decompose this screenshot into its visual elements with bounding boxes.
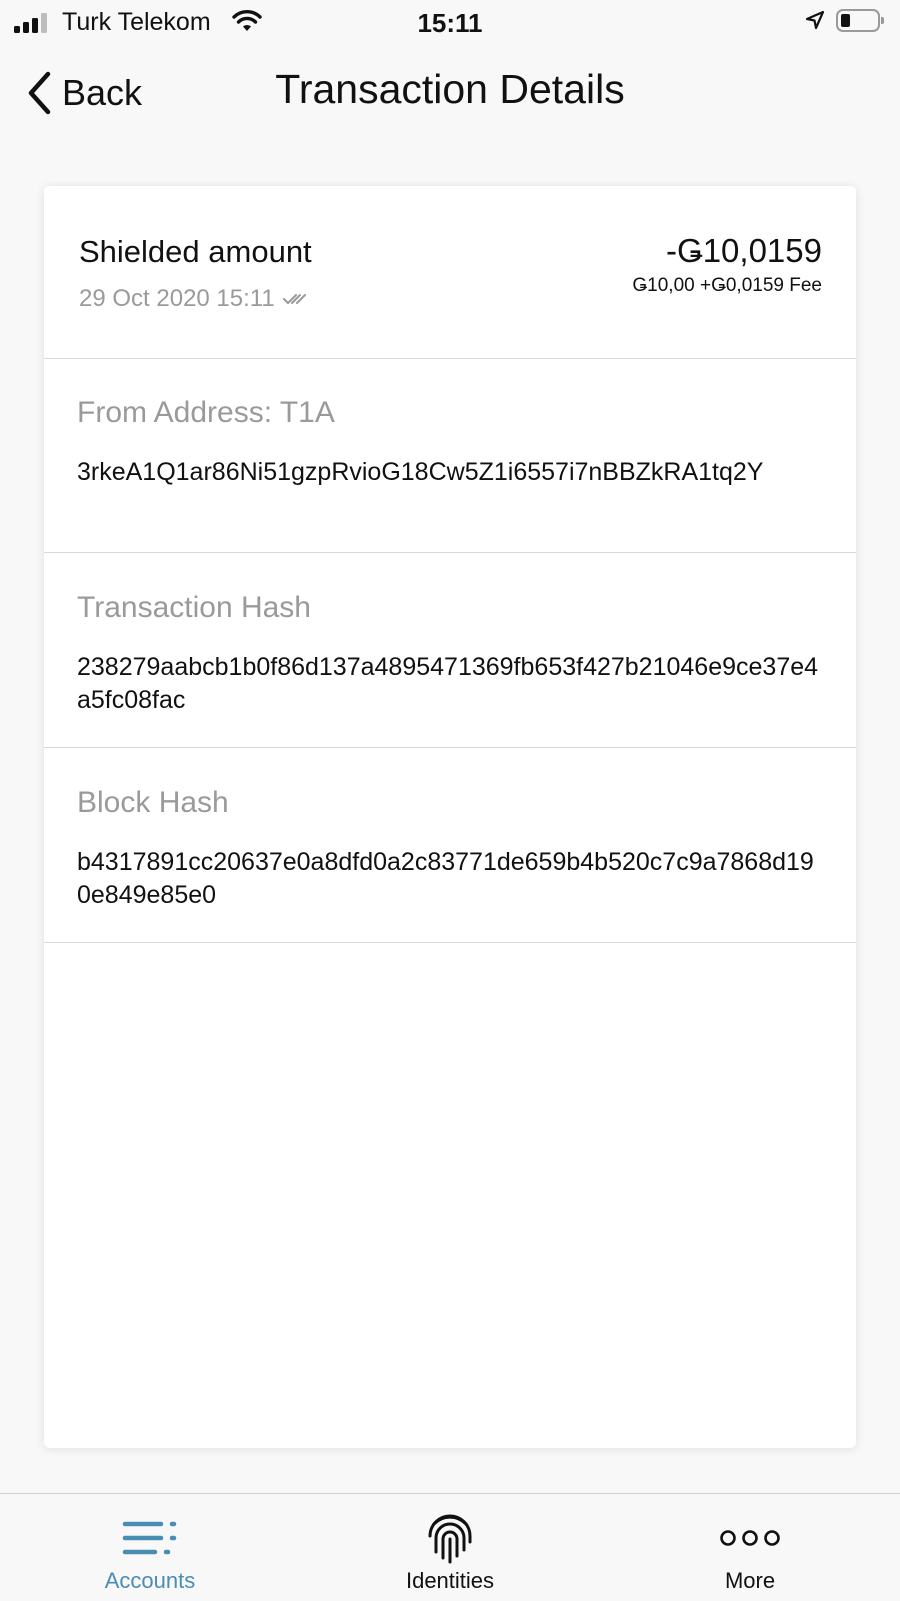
tab-identities-label: Identities [405, 1568, 495, 1593]
battery-icon [836, 9, 884, 32]
block-hash-value[interactable]: b4317891cc20637e0a8dfd0a2c83771de659b4b5… [77, 846, 822, 912]
transaction-amount: -Ǥ10,0159 [666, 232, 822, 269]
tab-more-label: More [724, 1568, 776, 1593]
block-hash-label: Block Hash [77, 786, 229, 819]
from-address-value[interactable]: 3rkeA1Q1ar86Ni51gzpRvioG18Cw5Z1i6557i7nB… [77, 456, 822, 489]
transaction-date-row: 29 Oct 2020 15:11 [79, 285, 309, 313]
block-hash-section: Block Hash b4317891cc20637e0a8dfd0a2c837… [44, 748, 856, 943]
list-icon [122, 1521, 177, 1555]
transaction-details-card: Shielded amount 29 Oct 2020 15:11 -Ǥ10,0… [44, 186, 856, 1448]
fingerprint-icon [428, 1514, 472, 1564]
more-dots-icon [720, 1530, 780, 1546]
tab-identities[interactable]: Identities [300, 1494, 600, 1601]
from-address-section: From Address: T1A 3rkeA1Q1ar86Ni51gzpRvi… [44, 358, 856, 553]
location-arrow-icon [805, 10, 825, 30]
transaction-type: Shielded amount [79, 234, 312, 269]
tab-more[interactable]: More [600, 1494, 900, 1601]
battery-level [841, 14, 850, 27]
double-check-icon [282, 294, 306, 304]
tab-accounts[interactable]: Accounts [0, 1494, 300, 1601]
page-title: Transaction Details [275, 66, 625, 112]
transaction-hash-section: Transaction Hash 238279aabcb1b0f86d137a4… [44, 553, 856, 748]
transaction-summary: Shielded amount 29 Oct 2020 15:11 -Ǥ10,0… [44, 186, 856, 359]
status-bar: Turk Telekom 15:11 [0, 0, 900, 46]
tab-accounts-label: Accounts [104, 1568, 196, 1593]
status-time: 15:11 [417, 8, 483, 38]
from-address-label: From Address: T1A [77, 396, 335, 429]
transaction-date: 29 Oct 2020 15:11 [79, 285, 275, 312]
transaction-hash-value[interactable]: 238279aabcb1b0f86d137a4895471369fb653f42… [77, 651, 822, 717]
fee-breakdown: Ǥ10,00 +Ǥ0,0159 Fee [632, 275, 822, 296]
tab-bar: Accounts Identities More [0, 1493, 900, 1601]
transaction-hash-label: Transaction Hash [77, 591, 311, 624]
